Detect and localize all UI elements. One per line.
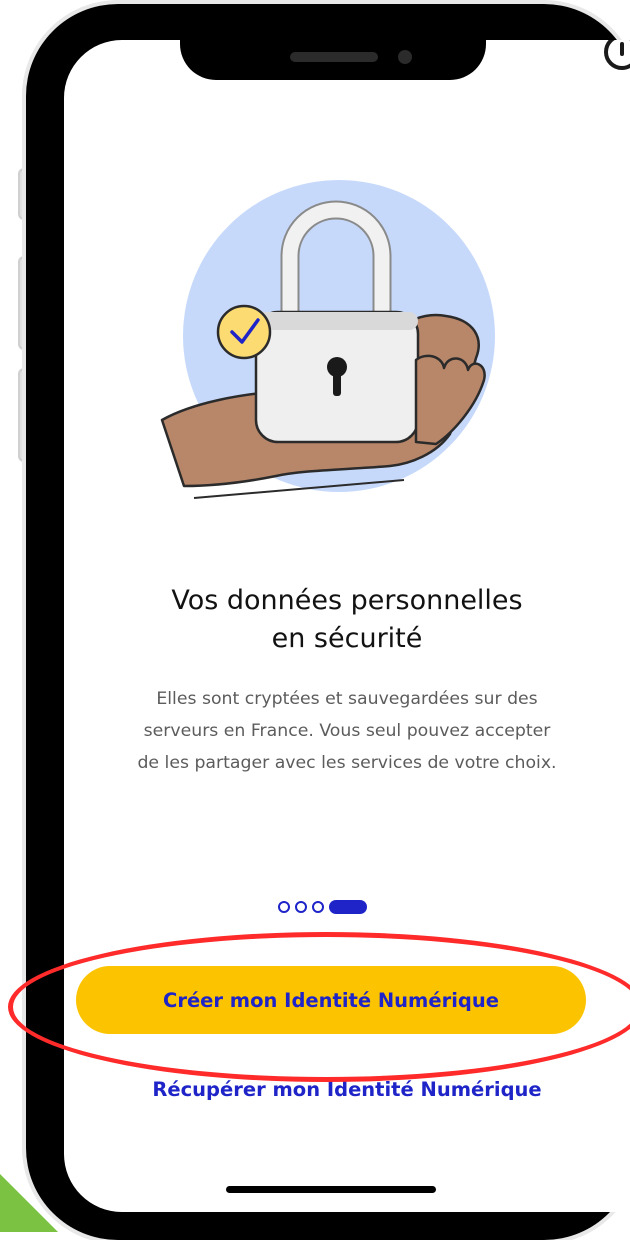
title-line-2: en sécurité — [271, 623, 423, 655]
padlock-body — [254, 310, 420, 444]
hand-fingers — [414, 354, 486, 446]
checkmark-badge-icon — [216, 304, 272, 360]
front-camera — [398, 50, 412, 64]
info-icon[interactable] — [604, 40, 630, 70]
phone-notch — [180, 40, 486, 80]
pager-dot-4-active[interactable] — [329, 900, 367, 914]
recover-identity-link[interactable]: Récupérer mon Identité Numérique — [64, 1078, 630, 1101]
title-line-1: Vos données personnelles — [171, 585, 523, 617]
pager-dot-1[interactable] — [278, 901, 290, 913]
padlock-hand-illustration — [160, 180, 495, 499]
speaker-grille — [290, 52, 378, 62]
home-indicator — [226, 1186, 436, 1193]
pager-dot-3[interactable] — [312, 901, 324, 913]
create-identity-button[interactable]: Créer mon Identité Numérique — [76, 966, 586, 1034]
pager-dot-2[interactable] — [295, 901, 307, 913]
description-line-1: Elles sont cryptées et sauvegardées sur … — [156, 689, 538, 710]
app-screen: Vos données personnelles en sécurité Ell… — [64, 40, 630, 1212]
onboarding-pager — [278, 900, 367, 914]
description-line-3: de les partager avec les services de vot… — [137, 753, 557, 774]
description-line-2: serveurs en France. Vous seul pouvez acc… — [143, 721, 551, 742]
page-title: Vos données personnelles en sécurité — [64, 582, 630, 658]
page-description: Elles sont cryptées et sauvegardées sur … — [64, 683, 630, 779]
